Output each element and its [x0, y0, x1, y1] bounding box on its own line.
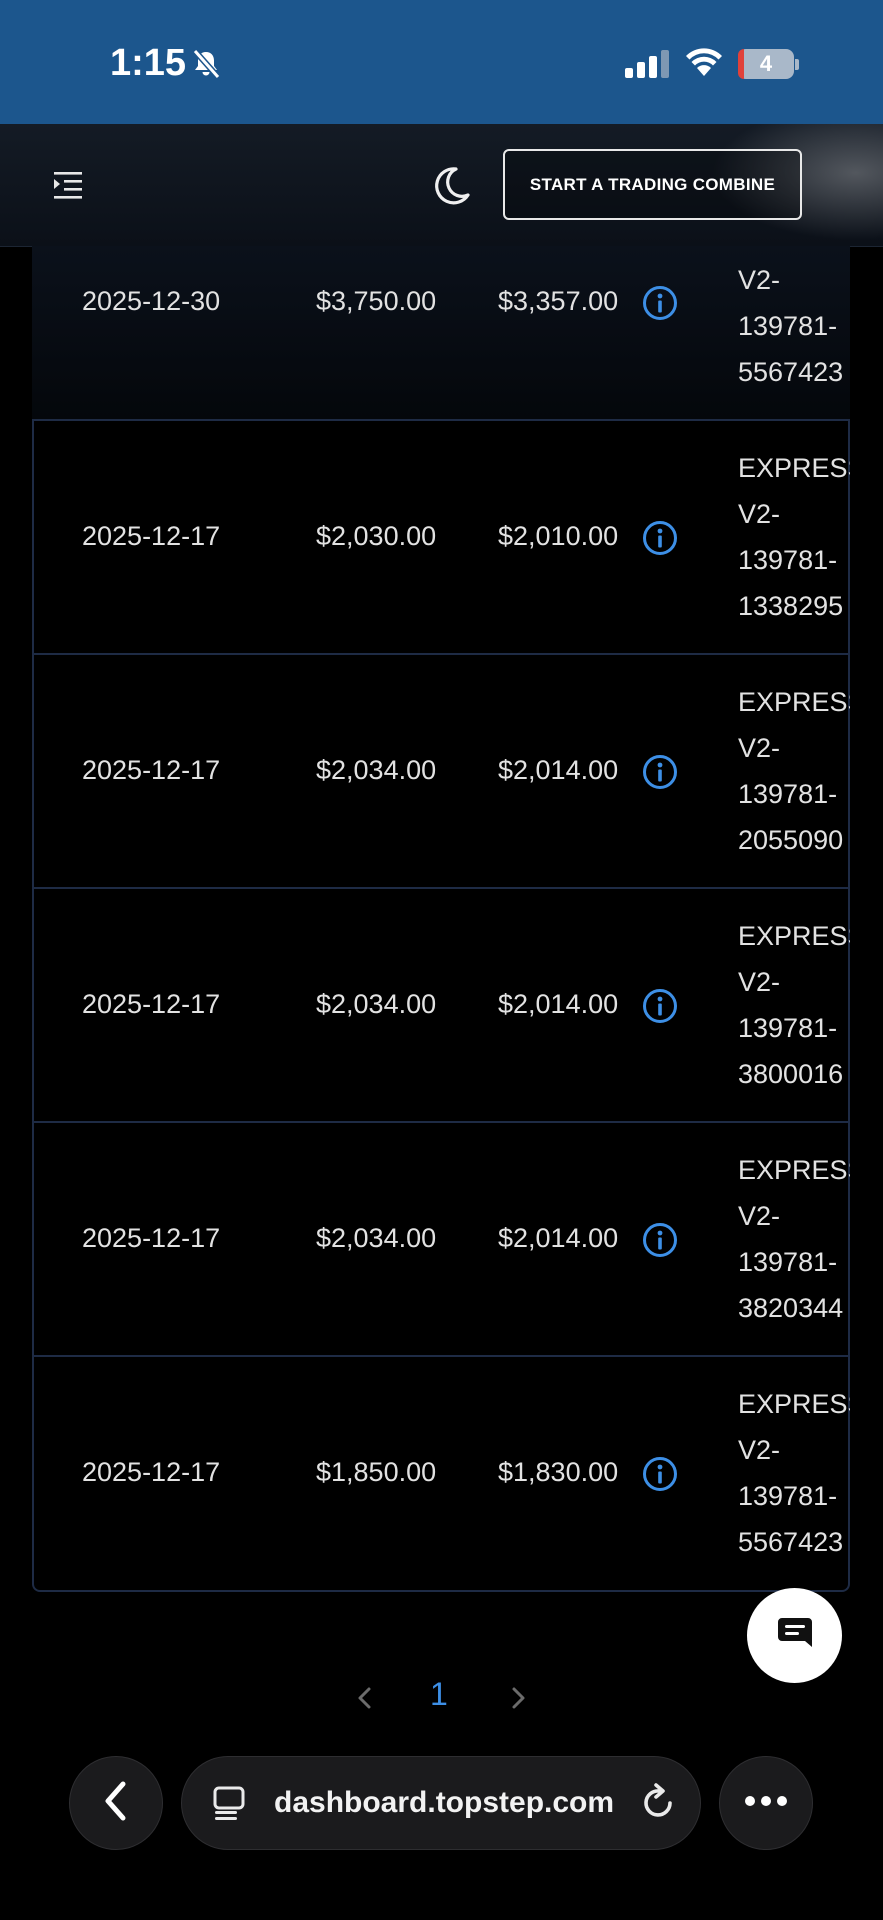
info-icon[interactable] — [642, 988, 678, 1029]
address-bar[interactable]: dashboard.topstep.com — [181, 1756, 701, 1850]
cellular-signal-icon — [625, 50, 669, 83]
start-trading-combine-button[interactable]: START A TRADING COMBINE — [503, 149, 802, 220]
info-icon[interactable] — [642, 754, 678, 795]
cell-account: EXPRESS V2- 139781- 1338295 — [738, 453, 850, 621]
cell-net-amount: $3,357.00 — [498, 286, 619, 316]
url-text[interactable]: dashboard.topstep.com — [274, 1757, 614, 1849]
wifi-icon — [684, 46, 724, 83]
cell-date: 2025-12-17 — [82, 755, 221, 785]
cell-account: EXPRESS V2- 139781- 2055090 — [738, 687, 850, 855]
cell-amount: $2,034.00 — [316, 989, 437, 1019]
cell-account: EXPRESS V2- 139781- 3800016 — [738, 921, 850, 1089]
cell-net-amount: $2,014.00 — [498, 755, 619, 785]
cell-amount: $2,034.00 — [316, 755, 437, 785]
info-icon[interactable] — [642, 1222, 678, 1263]
ellipsis-icon — [744, 1794, 788, 1812]
bell-slash-icon — [190, 48, 222, 85]
info-icon[interactable] — [642, 1456, 678, 1497]
more-options-button[interactable] — [719, 1756, 813, 1850]
reload-icon[interactable] — [640, 1783, 678, 1828]
cell-net-amount: $2,010.00 — [498, 521, 619, 551]
cell-net-amount: $2,014.00 — [498, 989, 619, 1019]
cell-date: 2025-12-17 — [82, 1223, 221, 1253]
info-icon[interactable] — [642, 285, 678, 326]
cell-date: 2025-12-17 — [82, 1457, 221, 1487]
page: 1:15 4 START A TRADING COMBINE 2025-12-3… — [0, 0, 883, 1920]
cell-net-amount: $1,830.00 — [498, 1457, 619, 1487]
cell-net-amount: $2,014.00 — [498, 1223, 619, 1253]
menu-indent-icon[interactable] — [50, 170, 86, 205]
chat-button[interactable] — [747, 1588, 842, 1683]
chevron-left-icon — [101, 1780, 131, 1827]
moon-icon[interactable] — [428, 163, 474, 214]
cell-date: 2025-12-17 — [82, 521, 221, 551]
table-row — [32, 246, 850, 421]
battery-icon: 4 — [738, 49, 800, 79]
cell-date: 2025-12-30 — [82, 286, 221, 316]
cell-account: V2- 139781- 5567423 — [738, 265, 844, 387]
status-bar: 1:15 4 — [0, 0, 883, 124]
cell-amount: $3,750.00 — [316, 286, 437, 316]
chat-icon — [777, 1616, 813, 1655]
cell-account: EXPRESS V2- 139781- 5567423 — [738, 1389, 850, 1557]
browser-back-button[interactable] — [69, 1756, 163, 1850]
next-page-icon[interactable] — [508, 1686, 528, 1715]
cell-amount: $1,850.00 — [316, 1457, 437, 1487]
page-menu-icon[interactable] — [212, 1785, 248, 1826]
cell-amount: $2,034.00 — [316, 1223, 437, 1253]
cell-date: 2025-12-17 — [82, 989, 221, 1019]
current-page-number[interactable]: 1 — [430, 1676, 448, 1713]
cell-amount: $2,030.00 — [316, 521, 437, 551]
previous-page-icon[interactable] — [355, 1686, 375, 1715]
info-icon[interactable] — [642, 520, 678, 561]
status-time: 1:15 — [110, 42, 187, 84]
cell-account: EXPRESS V2- 139781- 3820344 — [738, 1155, 850, 1323]
battery-level: 4 — [759, 51, 773, 76]
